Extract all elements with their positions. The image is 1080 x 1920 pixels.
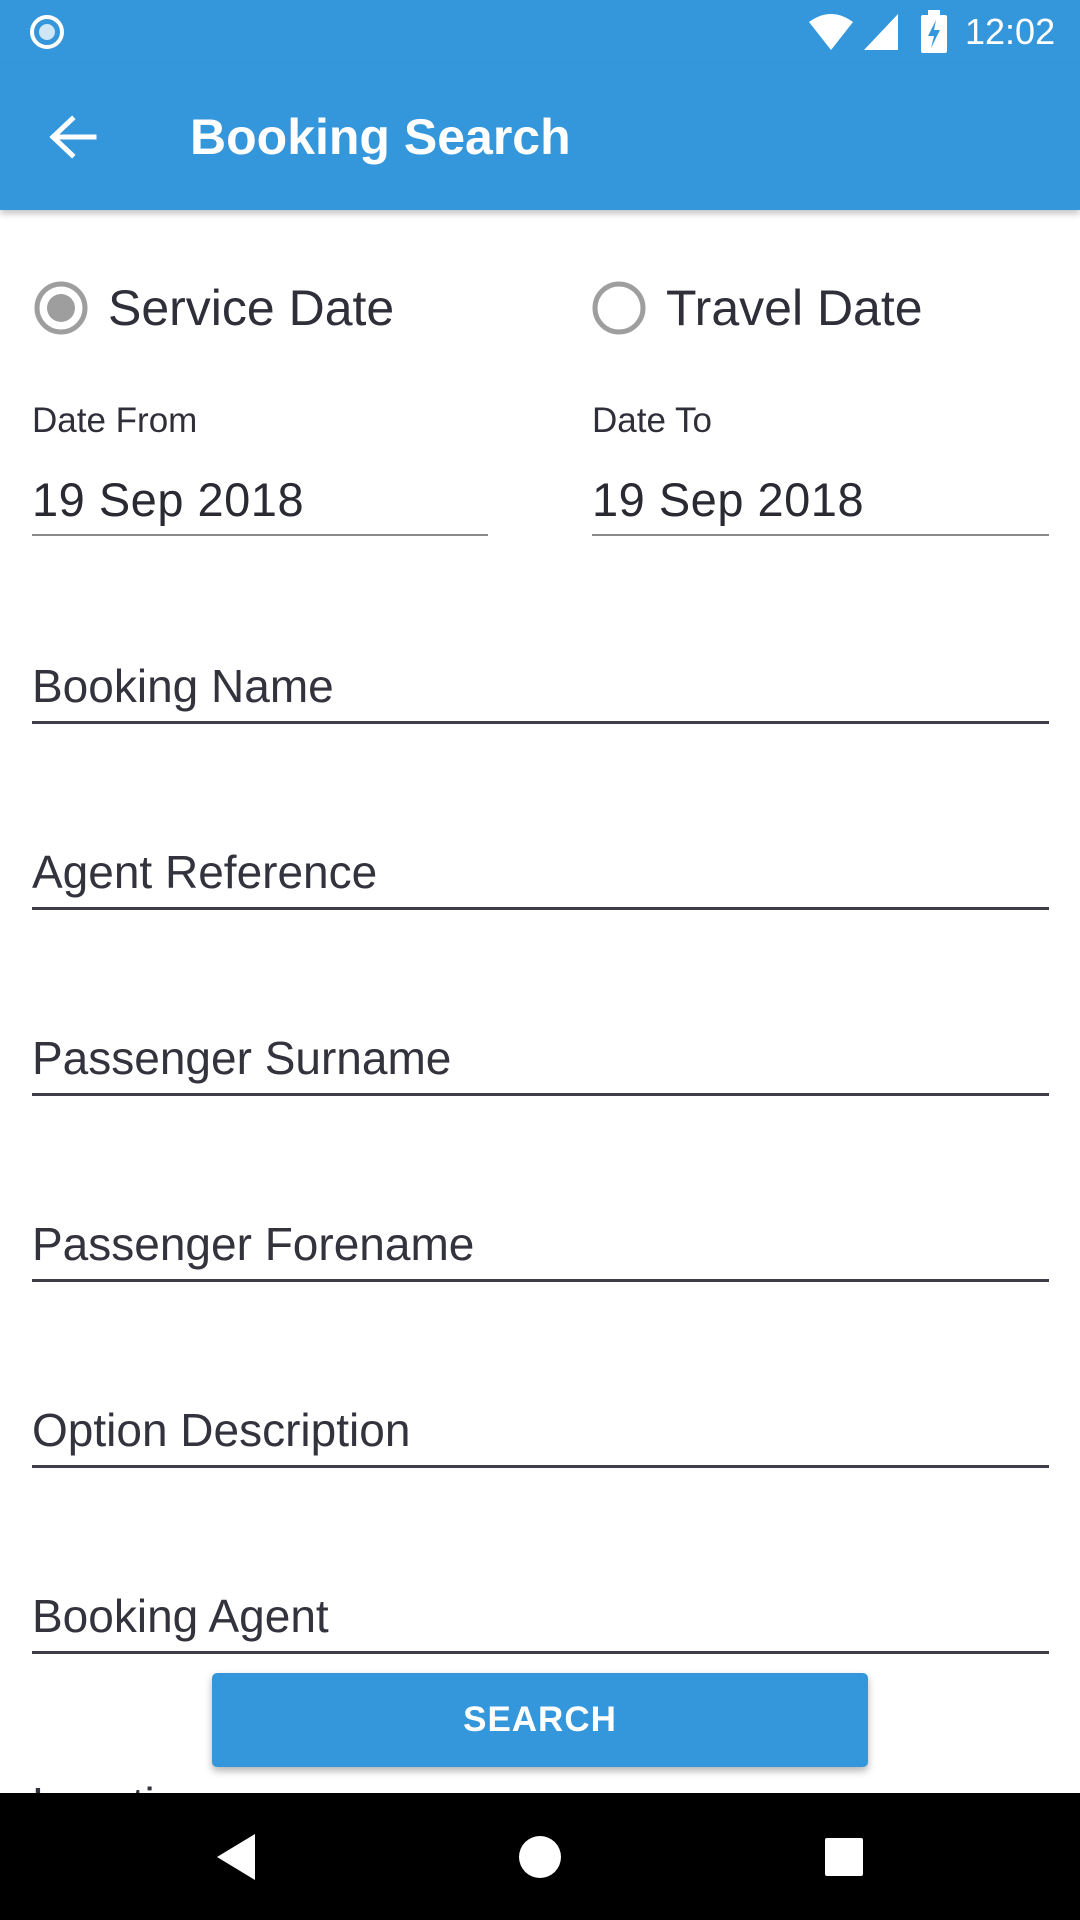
date-from-value: 19 Sep 2018 (32, 473, 305, 526)
app-notification-icon (30, 15, 64, 49)
cell-signal-icon (864, 14, 898, 50)
nav-recents-button[interactable] (804, 1817, 884, 1897)
date-to-caption: Date To (592, 401, 712, 440)
passenger-forename-input[interactable] (32, 1199, 1049, 1279)
passenger-surname-input[interactable] (32, 1013, 1049, 1093)
date-from-field[interactable]: Date From 19 Sep 2018 (32, 400, 488, 536)
booking-search-screen: 12:02 Booking Search Service Date Travel… (0, 0, 1080, 1920)
date-to-underline (592, 534, 1049, 536)
agent-reference-field (32, 827, 1049, 910)
booking-name-field (32, 641, 1049, 724)
radio-travel-date[interactable]: Travel Date (592, 270, 923, 346)
passenger-forename-field (32, 1199, 1049, 1282)
radio-service-date-label: Service Date (108, 280, 395, 336)
app-bar: Booking Search (0, 63, 1080, 210)
booking-name-input[interactable] (32, 641, 1049, 721)
nav-back-icon (217, 1834, 255, 1880)
radio-service-date[interactable]: Service Date (34, 270, 394, 346)
date-to-field[interactable]: Date To 19 Sep 2018 (592, 400, 1049, 536)
status-time: 12:02 (965, 11, 1056, 52)
booking-agent-input[interactable] (32, 1571, 1049, 1651)
date-from-caption: Date From (32, 401, 198, 440)
battery-charging-icon (921, 10, 947, 53)
date-from-underline (32, 534, 488, 536)
nav-home-icon (519, 1836, 561, 1878)
back-button[interactable] (30, 98, 116, 176)
booking-agent-field (32, 1571, 1049, 1654)
status-bar: 12:02 (0, 0, 1080, 63)
option-description-field (32, 1385, 1049, 1468)
passenger-surname-field (32, 1013, 1049, 1096)
radio-unselected-icon (592, 281, 646, 335)
page-title: Booking Search (190, 109, 571, 165)
agent-reference-input[interactable] (32, 827, 1049, 907)
option-description-input[interactable] (32, 1385, 1049, 1465)
search-button[interactable]: SEARCH (212, 1673, 868, 1767)
navigation-bar (0, 1793, 1080, 1920)
arrow-left-icon (49, 115, 97, 159)
radio-selected-icon (34, 281, 88, 335)
date-to-value: 19 Sep 2018 (592, 473, 865, 526)
nav-recents-icon (825, 1838, 863, 1876)
nav-back-button[interactable] (196, 1817, 276, 1897)
radio-travel-date-label: Travel Date (666, 280, 923, 336)
nav-home-button[interactable] (500, 1817, 580, 1897)
wifi-icon (809, 14, 853, 50)
